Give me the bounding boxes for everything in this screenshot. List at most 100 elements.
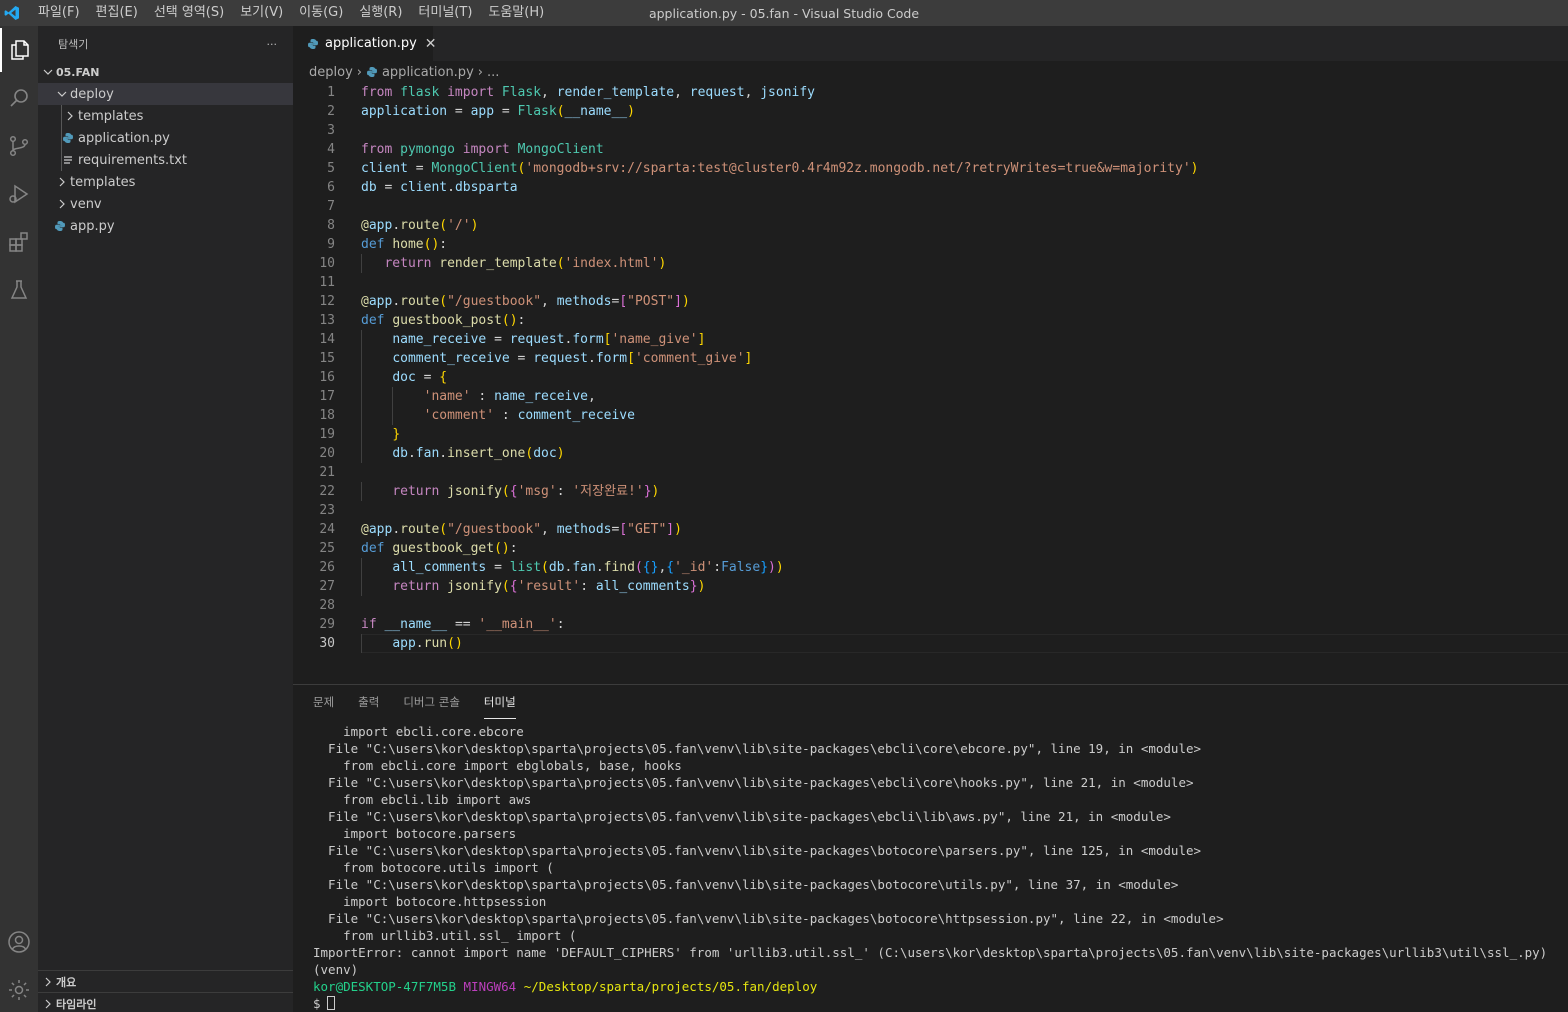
code-line[interactable]: 20 db.fan.insert_one(doc) <box>293 444 1568 463</box>
tab-problems[interactable]: 문제 <box>313 685 334 719</box>
code-line[interactable]: 22 return jsonify({'msg': '저장완료!'}) <box>293 482 1568 501</box>
close-icon[interactable]: ✕ <box>425 36 437 52</box>
code-line[interactable]: 18 'comment' : comment_receive <box>293 406 1568 425</box>
line-number: 19 <box>319 427 335 442</box>
terminal-line: File "C:\users\kor\desktop\sparta\projec… <box>313 911 1224 926</box>
outline-section[interactable]: 개요 <box>38 970 293 992</box>
code-line[interactable]: 23 <box>293 501 1568 520</box>
menu-terminal[interactable]: 터미널(T) <box>410 0 480 26</box>
tree-item-label: templates <box>78 108 144 124</box>
tree-item-application-py[interactable]: application.py <box>38 127 293 149</box>
code-text: def guestbook_get(): <box>361 541 518 556</box>
code-line[interactable]: 28 <box>293 596 1568 615</box>
more-actions-button[interactable]: ··· <box>267 38 278 51</box>
tree-item-app-py[interactable]: app.py <box>38 215 293 237</box>
terminal-output[interactable]: import ebcli.core.ebcore File "C:\users\… <box>313 723 1563 1012</box>
tab-debug-console[interactable]: 디버그 콘솔 <box>403 685 460 719</box>
code-line[interactable]: 30 app.run() <box>293 634 1568 653</box>
text-file-icon <box>60 154 76 166</box>
code-line[interactable]: 11 <box>293 273 1568 292</box>
code-text: return jsonify({'result': all_comments}) <box>392 579 706 594</box>
search-icon[interactable] <box>0 76 38 120</box>
breadcrumb-symbol[interactable]: ... <box>487 65 499 80</box>
explorer-header: 탐색기 ··· <box>38 26 293 62</box>
source-control-icon[interactable] <box>0 124 38 168</box>
settings-gear-icon[interactable] <box>0 968 38 1012</box>
code-line[interactable]: 9 def home(): <box>293 235 1568 254</box>
code-line[interactable]: 16 doc = { <box>293 368 1568 387</box>
panel-tabs: 문제 출력 디버그 콘솔 터미널 <box>293 685 540 719</box>
code-line[interactable]: 2 application = app = Flask(__name__) <box>293 102 1568 121</box>
chevron-right-icon <box>54 177 70 187</box>
account-icon[interactable] <box>0 920 38 964</box>
code-line[interactable]: 24 @app.route("/guestbook", methods=["GET… <box>293 520 1568 539</box>
terminal-line: from urllib3.util.ssl_ import ( <box>313 928 577 943</box>
code-line[interactable]: 10 return render_template('index.html') <box>293 254 1568 273</box>
tree-item-label: application.py <box>78 130 170 146</box>
code-line[interactable]: 13 def guestbook_post(): <box>293 311 1568 330</box>
title-bar: 파일(F) 편집(E) 선택 영역(S) 보기(V) 이동(G) 실행(R) 터… <box>0 0 1568 26</box>
prompt-user-host: kor@DESKTOP-47F7M5B <box>313 979 456 994</box>
timeline-section[interactable]: 타임라인 <box>38 992 293 1012</box>
code-line[interactable]: 5 client = MongoClient('mongodb+srv://spa… <box>293 159 1568 178</box>
terminal-input-line[interactable]: $ <box>313 995 1563 1012</box>
code-line[interactable]: 12 @app.route("/guestbook", methods=["POS… <box>293 292 1568 311</box>
code-editor[interactable]: 1 from flask import Flask, render_templat… <box>293 83 1568 683</box>
code-line[interactable]: 7 <box>293 197 1568 216</box>
code-line[interactable]: 6 db = client.dbsparta <box>293 178 1568 197</box>
tree-item-deploy[interactable]: deploy <box>38 83 293 105</box>
code-line[interactable]: 3 <box>293 121 1568 140</box>
extensions-icon[interactable] <box>0 220 38 264</box>
code-line[interactable]: 14 name_receive = request.form['name_giv… <box>293 330 1568 349</box>
tree-item-requirements-txt[interactable]: requirements.txt <box>38 149 293 171</box>
terminal-cursor <box>326 996 335 1010</box>
tab-terminal[interactable]: 터미널 <box>483 685 516 719</box>
tree-item-venv[interactable]: venv <box>38 193 293 215</box>
code-line[interactable]: 1 from flask import Flask, render_templat… <box>293 83 1568 102</box>
line-number: 14 <box>319 332 335 347</box>
tree-item-templates[interactable]: templates <box>38 171 293 193</box>
menu-help[interactable]: 도움말(H) <box>480 0 552 26</box>
code-line[interactable]: 8 @app.route('/') <box>293 216 1568 235</box>
menu-go[interactable]: 이동(G) <box>291 0 351 26</box>
code-text: from pymongo import MongoClient <box>361 142 604 157</box>
breadcrumb-folder[interactable]: deploy <box>309 65 353 80</box>
explorer-icon[interactable] <box>0 28 38 72</box>
code-line[interactable]: 26 all_comments = list(db.fan.find({},{'… <box>293 558 1568 577</box>
code-line[interactable]: 19 } <box>293 425 1568 444</box>
tab-output[interactable]: 출력 <box>358 685 379 719</box>
menu-edit[interactable]: 편집(E) <box>88 0 146 26</box>
current-line-highlight <box>361 634 1568 653</box>
menu-run[interactable]: 실행(R) <box>351 0 410 26</box>
code-line[interactable]: 21 <box>293 463 1568 482</box>
tree-item-deploy-templates[interactable]: templates <box>38 105 293 127</box>
line-number: 25 <box>319 541 335 556</box>
menu-view[interactable]: 보기(V) <box>232 0 291 26</box>
menu-file[interactable]: 파일(F) <box>30 0 88 26</box>
code-text: 'name' : name_receive, <box>423 389 596 404</box>
testing-icon[interactable] <box>0 268 38 312</box>
code-line[interactable]: 15 comment_receive = request.form['comme… <box>293 349 1568 368</box>
menu-selection[interactable]: 선택 영역(S) <box>146 0 232 26</box>
python-file-icon <box>307 38 319 50</box>
code-line[interactable]: 17 'name' : name_receive, <box>293 387 1568 406</box>
code-line[interactable]: 29 if __name__ == '__main__': <box>293 615 1568 634</box>
chevron-right-icon: › <box>477 64 483 80</box>
activity-bar <box>0 26 38 1012</box>
workspace-root[interactable]: 05.FAN <box>38 61 293 83</box>
code-text: 'comment' : comment_receive <box>423 408 635 423</box>
run-debug-icon[interactable] <box>0 172 38 216</box>
terminal-line: File "C:\users\kor\desktop\sparta\projec… <box>313 809 1171 824</box>
code-text: if __name__ == '__main__': <box>361 617 565 632</box>
terminal-line: ImportError: cannot import name 'DEFAULT… <box>313 945 1548 960</box>
line-number: 29 <box>319 617 335 632</box>
vscode-logo-icon <box>0 0 24 26</box>
breadcrumb-file[interactable]: application.py <box>382 65 474 80</box>
tab-application-py[interactable]: application.py ✕ <box>293 26 437 61</box>
line-number: 1 <box>327 85 335 100</box>
code-text: application = app = Flask(__name__) <box>361 104 635 119</box>
code-text: @app.route("/guestbook", methods=["GET"]… <box>361 522 682 537</box>
code-line[interactable]: 25 def guestbook_get(): <box>293 539 1568 558</box>
code-line[interactable]: 4 from pymongo import MongoClient <box>293 140 1568 159</box>
code-line[interactable]: 27 return jsonify({'result': all_comment… <box>293 577 1568 596</box>
